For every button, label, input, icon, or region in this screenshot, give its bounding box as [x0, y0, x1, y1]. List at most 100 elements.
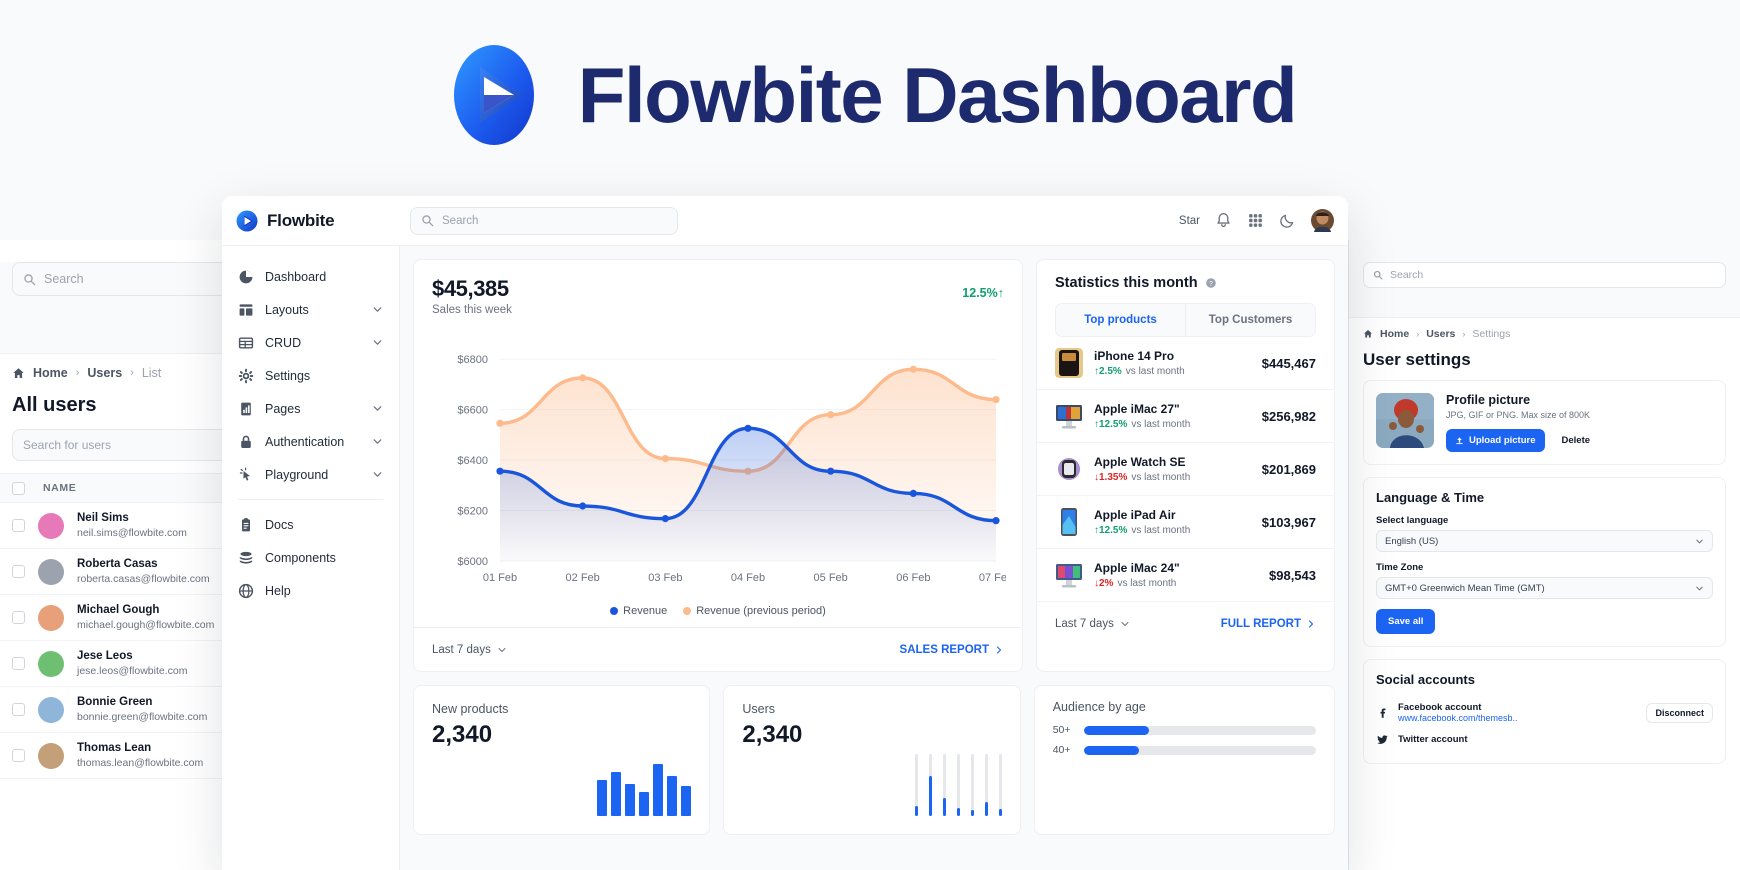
sidebar-nav: Dashboard Layouts CRUD Settings Pages Authent…: [222, 260, 399, 607]
chevron-right-icon: [996, 645, 1002, 654]
svg-text:?: ?: [1209, 281, 1213, 288]
social-account-row: Facebook account www.facebook.com/themes…: [1376, 697, 1713, 728]
product-delta: ↑12.5% vs last month: [1094, 525, 1190, 536]
delta-note: vs last month: [1117, 578, 1177, 589]
user-search-placeholder: Search for users: [23, 438, 112, 452]
app-topbar: Flowbite Search Star: [222, 196, 1348, 246]
app-brand[interactable]: Flowbite: [236, 210, 396, 232]
delta-value: ↑12.5%: [1094, 525, 1128, 536]
lock-icon: [241, 435, 251, 448]
stats-range-label: Last 7 days: [1055, 618, 1114, 630]
social-accounts-heading: Social accounts: [1376, 672, 1475, 687]
sales-report-link[interactable]: SALES REPORT: [900, 644, 1004, 656]
product-row[interactable]: Apple iPad Air ↑12.5% vs last month $103,96…: [1037, 496, 1334, 549]
row-checkbox[interactable]: [12, 611, 25, 624]
legend-item-revenue[interactable]: Revenue: [610, 605, 667, 617]
stats-range-selector[interactable]: Last 7 days: [1055, 618, 1130, 630]
breadcrumb-sep: ›: [75, 367, 80, 379]
svg-text:06 Feb: 06 Feb: [896, 572, 930, 584]
product-price: $103,967: [1261, 514, 1316, 530]
select-all-checkbox[interactable]: [12, 481, 25, 495]
legend-item-previous[interactable]: Revenue (previous period): [683, 605, 826, 617]
audience-progress-fill: [1083, 725, 1149, 735]
question-mark-circle-icon[interactable]: ?: [1205, 277, 1217, 289]
chevron-down-icon: [1696, 586, 1703, 590]
right-search-input[interactable]: Search: [1363, 262, 1726, 288]
row-checkbox[interactable]: [12, 749, 25, 762]
product-row[interactable]: Apple iMac 27" ↑12.5% vs last month $256,98…: [1037, 390, 1334, 443]
pie-chart-icon: [239, 270, 253, 283]
product-row[interactable]: Apple Watch SE ↓1.35% vs last month $201,86…: [1037, 443, 1334, 496]
breadcrumb-users[interactable]: Users: [87, 366, 122, 380]
sidebar-item-layouts[interactable]: Layouts: [222, 293, 399, 326]
trend-up-arrow-icon: ↑: [997, 286, 1004, 300]
hero-title: Flowbite Dashboard: [577, 50, 1298, 139]
product-name: Apple Watch SE: [1094, 455, 1186, 469]
chevron-down-icon: [373, 406, 382, 411]
top-products-list: iPhone 14 Pro ↑2.5% vs last month $445,467 A…: [1037, 337, 1334, 602]
sidebar-item-components[interactable]: Components: [222, 541, 399, 574]
search-input[interactable]: Search: [410, 206, 678, 235]
right-page-title: User settings: [1363, 350, 1471, 369]
user-avatar[interactable]: [1311, 209, 1334, 232]
statistics-title: Statistics this month: [1055, 275, 1198, 291]
product-row[interactable]: Apple iMac 24" ↓2% vs last month $98,543: [1037, 549, 1334, 602]
row-checkbox[interactable]: [12, 519, 25, 532]
sidebar-item-help[interactable]: Help: [222, 574, 399, 607]
users-sparkline: [914, 754, 1002, 816]
star-button[interactable]: Star: [1179, 215, 1200, 227]
sidebar-item-dashboard[interactable]: Dashboard: [222, 260, 399, 293]
sales-range-selector[interactable]: Last 7 days: [432, 644, 507, 656]
breadcrumb-users[interactable]: Users: [1426, 328, 1455, 340]
user-email: roberta.casas@flowbite.com: [77, 573, 210, 586]
moon-icon[interactable]: [1279, 212, 1296, 229]
social-account-row: Twitter account: [1376, 728, 1713, 751]
sidebar-item-pages[interactable]: Pages: [222, 392, 399, 425]
search-icon: [24, 273, 36, 285]
sidebar-item-settings[interactable]: Settings: [222, 359, 399, 392]
breadcrumb-home[interactable]: Home: [1380, 328, 1409, 340]
save-all-button[interactable]: Save all: [1376, 609, 1436, 634]
svg-text:$6000: $6000: [457, 556, 488, 568]
audience-progress-track: [1083, 725, 1317, 735]
bell-icon[interactable]: [1215, 212, 1232, 229]
grid-apps-icon[interactable]: [1247, 212, 1264, 229]
left-search-input[interactable]: Search: [12, 262, 257, 296]
upload-picture-button[interactable]: Upload picture: [1446, 429, 1545, 452]
disconnect-button[interactable]: Disconnect: [1646, 702, 1713, 723]
right-breadcrumb: Home › Users › Settings: [1349, 318, 1740, 344]
sidebar-item-crud[interactable]: CRUD: [222, 326, 399, 359]
avatar: [38, 696, 64, 723]
users-value: 2,340: [742, 721, 803, 748]
timezone-label: Time Zone: [1376, 562, 1424, 573]
timezone-select[interactable]: GMT+0 Greenwich Mean Time (GMT): [1376, 577, 1713, 599]
row-checkbox[interactable]: [12, 565, 25, 578]
sidebar-item-authentication[interactable]: Authentication: [222, 425, 399, 458]
row-checkbox[interactable]: [12, 703, 25, 716]
delta-value: ↓1.35%: [1094, 472, 1128, 483]
layers-icon: [239, 551, 253, 564]
sidebar-item-playground[interactable]: Playground: [222, 458, 399, 491]
product-delta: ↓1.35% vs last month: [1094, 472, 1190, 483]
delete-picture-button[interactable]: Delete: [1553, 429, 1600, 452]
language-time-card: Language & Time Select language English …: [1363, 477, 1726, 647]
profile-picture-image: [1376, 393, 1434, 448]
audience-progress-track: [1083, 745, 1317, 755]
sidebar-item-docs[interactable]: Docs: [222, 508, 399, 541]
row-checkbox[interactable]: [12, 657, 25, 670]
user-search-input[interactable]: Search for users: [12, 429, 257, 461]
product-row[interactable]: iPhone 14 Pro ↑2.5% vs last month $445,467: [1037, 337, 1334, 390]
facebook-icon: [1380, 708, 1386, 718]
language-select[interactable]: English (US): [1376, 530, 1713, 552]
background-settings-panel: Search Home › Users › Settings User sett…: [1348, 240, 1740, 870]
breadcrumb-home[interactable]: Home: [33, 366, 68, 380]
app-sidebar: Dashboard Layouts CRUD Settings Pages Authent…: [222, 246, 400, 870]
new-products-value: 2,340: [432, 721, 493, 748]
sidebar-item-label: Layouts: [265, 302, 309, 317]
full-report-link[interactable]: FULL REPORT: [1221, 618, 1316, 630]
social-account-url[interactable]: www.facebook.com/themesb..: [1398, 713, 1518, 723]
svg-text:07 Feb: 07 Feb: [979, 572, 1006, 584]
tab-top-products[interactable]: Top products: [1056, 304, 1186, 336]
tab-top-customers[interactable]: Top Customers: [1186, 304, 1315, 336]
product-delta: ↓2% vs last month: [1094, 578, 1180, 589]
